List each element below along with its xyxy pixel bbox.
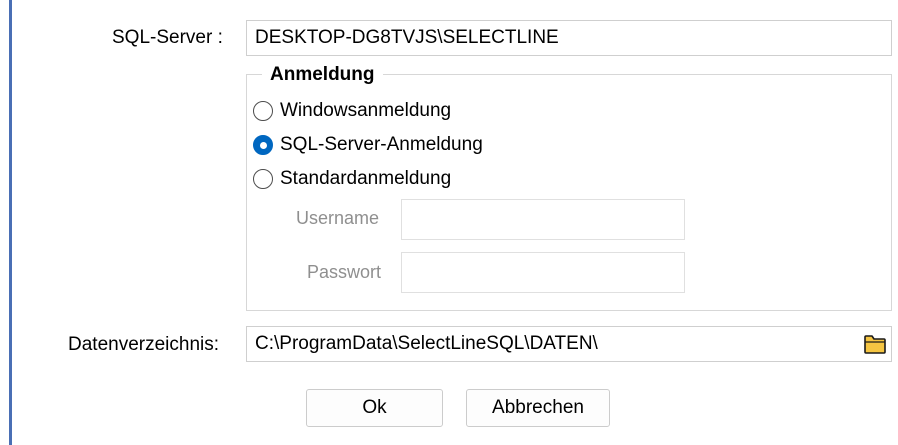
radio-button-selected[interactable] bbox=[253, 135, 273, 155]
sql-server-label: SQL-Server : bbox=[112, 27, 223, 48]
password-label: Passwort bbox=[307, 262, 382, 282]
window-left-border bbox=[9, 0, 12, 445]
username-label: Username bbox=[296, 208, 380, 228]
cancel-button[interactable]: Abbrechen bbox=[466, 389, 610, 427]
data-directory-input[interactable]: C:\ProgramData\SelectLineSQL\DATEN\ bbox=[246, 326, 892, 362]
radio-label: Windowsanmeldung bbox=[280, 100, 452, 121]
login-group-title: Anmeldung bbox=[262, 62, 383, 88]
radio-label: SQL-Server-Anmeldung bbox=[280, 134, 483, 155]
radio-button[interactable] bbox=[253, 169, 273, 189]
folder-icon[interactable] bbox=[863, 333, 887, 355]
username-input[interactable] bbox=[401, 199, 685, 240]
radio-button[interactable] bbox=[253, 101, 273, 121]
sql-server-input[interactable]: DESKTOP-DG8TVJS\SELECTLINE bbox=[246, 20, 892, 56]
data-directory-label: Datenverzeichnis: bbox=[68, 334, 220, 355]
radio-label: Standardanmeldung bbox=[280, 168, 452, 189]
password-input[interactable] bbox=[401, 252, 685, 293]
radio-sql-server-login[interactable]: SQL-Server-Anmeldung bbox=[253, 132, 483, 158]
radio-standard-login[interactable]: Standardanmeldung bbox=[253, 166, 451, 192]
ok-button[interactable]: Ok bbox=[306, 389, 443, 427]
radio-windows-login[interactable]: Windowsanmeldung bbox=[253, 98, 451, 124]
